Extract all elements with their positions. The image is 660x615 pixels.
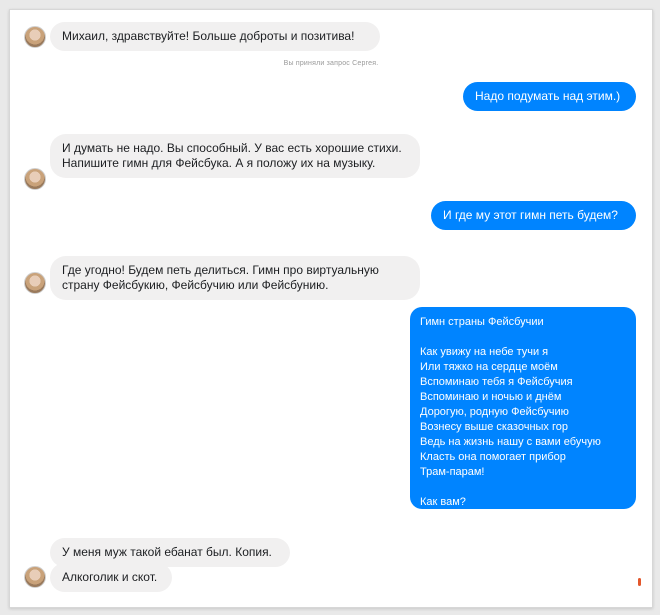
- poem-line: Как увижу на небе тучи я: [420, 346, 549, 358]
- seen-indicator-icon: [638, 578, 641, 586]
- poem-line: Дорогую, родную Фейсбучию: [420, 406, 569, 418]
- outgoing-message: И где му этот гимн петь будем?: [431, 201, 636, 230]
- outgoing-message: Надо подумать над этим.): [463, 82, 636, 111]
- incoming-message: Где угодно! Будем петь делиться. Гимн пр…: [50, 256, 420, 300]
- poem-title: Гимн страны Фейсбучии: [420, 316, 544, 328]
- poem-line: Вспоминаю тебя я Фейсбучия: [420, 376, 573, 388]
- avatar[interactable]: [24, 26, 46, 48]
- poem-line: Ведь на жизнь нашу с вами ебучую: [420, 436, 601, 448]
- poem-line: Вспоминаю и ночью и днём: [420, 391, 562, 403]
- poem-line: Класть она помогает прибор: [420, 451, 566, 463]
- poem-line: Или тяжко на сердце моём: [420, 361, 558, 373]
- poem-question: Как вам?: [420, 496, 466, 508]
- outgoing-message-poem: Гимн страны Фейсбучии Как увижу на небе …: [410, 307, 636, 509]
- avatar[interactable]: [24, 272, 46, 294]
- poem-line: Трам-парам!: [420, 466, 485, 478]
- system-notice: Вы приняли запрос Сергея.: [283, 60, 379, 67]
- incoming-message: Михаил, здравствуйте! Больше доброты и п…: [50, 22, 380, 51]
- incoming-message: И думать не надо. Вы способный. У вас ес…: [50, 134, 420, 178]
- chat-window: Михаил, здравствуйте! Больше доброты и п…: [9, 9, 653, 608]
- poem-line: Вознесу выше сказочных гор: [420, 421, 568, 433]
- incoming-message: Алкоголик и скот.: [50, 563, 172, 592]
- avatar[interactable]: [24, 168, 46, 190]
- avatar[interactable]: [24, 566, 46, 588]
